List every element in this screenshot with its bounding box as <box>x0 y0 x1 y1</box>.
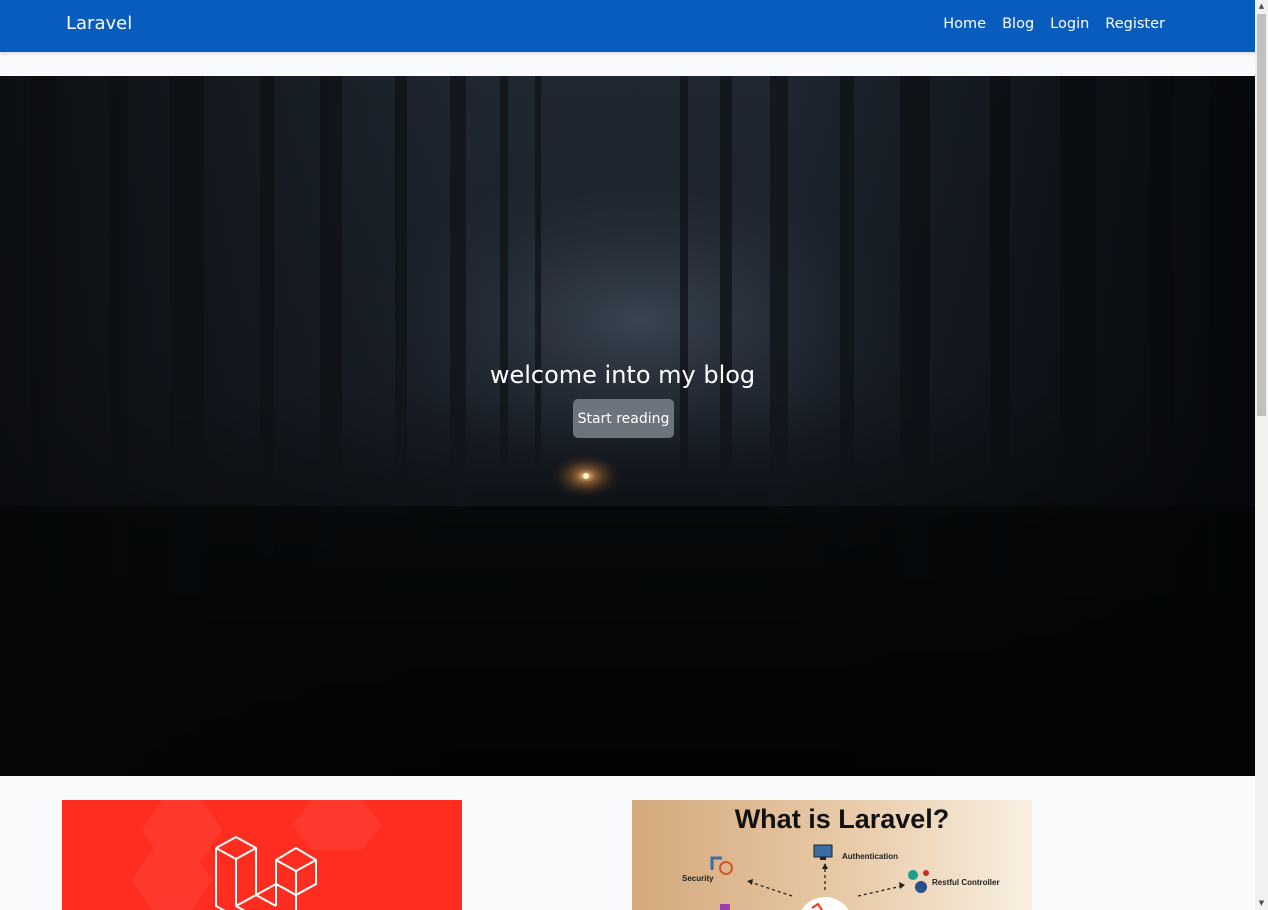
brand-link[interactable]: Laravel <box>66 13 132 35</box>
nav-links: Home Blog Login Register <box>935 15 1173 33</box>
laravel-logo-icon <box>132 800 382 910</box>
security-gear-icon <box>710 856 733 875</box>
nav-link-register[interactable]: Register <box>1097 15 1173 33</box>
page-scrollbar[interactable]: ▲ ▼ <box>1255 0 1268 910</box>
laravel-diagram <box>710 844 929 910</box>
top-navbar: Laravel Home Blog Login Register <box>0 0 1255 52</box>
start-reading-button[interactable]: Start reading <box>573 399 674 438</box>
scroll-down-arrow-icon[interactable]: ▼ <box>1255 897 1268 910</box>
post-image-laravel[interactable] <box>62 800 462 910</box>
scrollbar-thumb[interactable] <box>1257 14 1266 416</box>
hero-banner: welcome into my blog Start reading <box>0 76 1255 776</box>
scroll-up-arrow-icon[interactable]: ▲ <box>1255 0 1268 13</box>
puzzle-icon <box>720 904 730 910</box>
hero-title: welcome into my blog <box>489 361 756 389</box>
nav-link-home[interactable]: Home <box>935 15 994 33</box>
center-logo-icon <box>801 897 849 910</box>
monitor-icon <box>813 844 833 860</box>
post-image-what-is-laravel[interactable]: What is Laravel? Authentication Security… <box>632 800 1032 910</box>
nav-link-login[interactable]: Login <box>1042 15 1097 33</box>
gears-icon <box>908 870 929 893</box>
nav-link-blog[interactable]: Blog <box>994 15 1042 33</box>
